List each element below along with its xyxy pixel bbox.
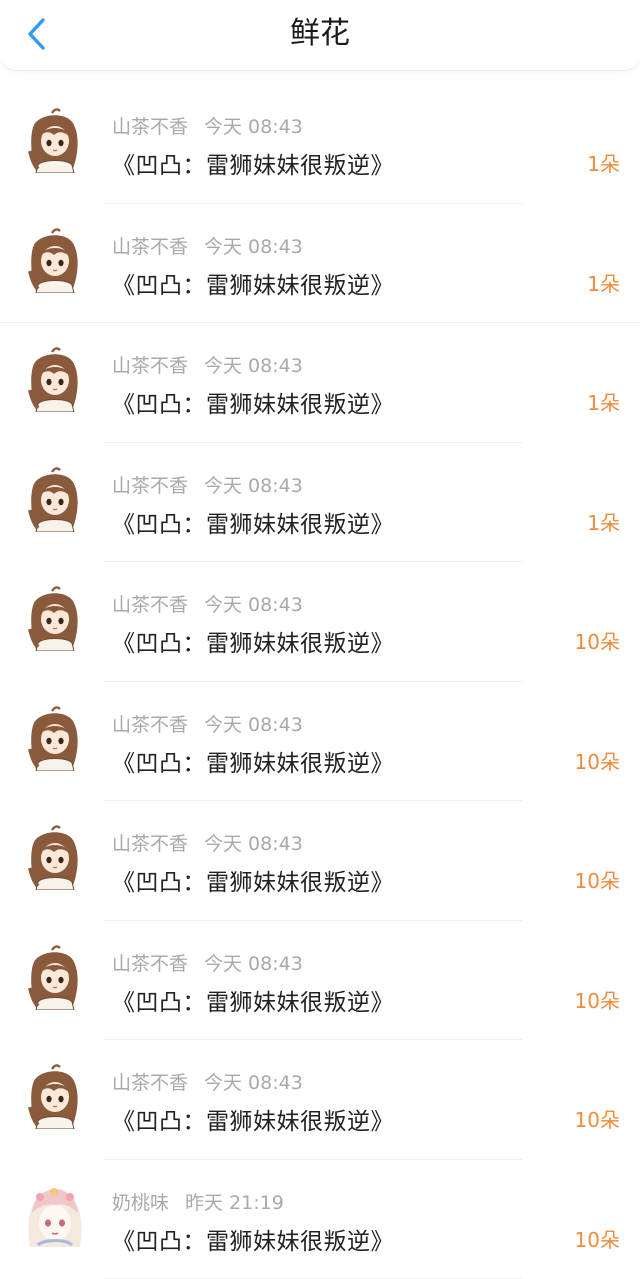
list-item[interactable]: 山茶不香今天 08:43 《凹凸：雷狮妹妹很叛逆》 10朵 xyxy=(0,562,640,682)
timestamp: 今天 08:43 xyxy=(204,355,303,377)
username[interactable]: 山茶不香 xyxy=(112,953,188,975)
list-item[interactable]: 山茶不香今天 08:43 《凹凸：雷狮妹妹很叛逆》 1朵 xyxy=(0,323,640,443)
timestamp: 昨天 21:19 xyxy=(185,1192,284,1214)
username[interactable]: 山茶不香 xyxy=(112,594,188,616)
list-item[interactable]: 山茶不香今天 08:43 《凹凸：雷狮妹妹很叛逆》 10朵 xyxy=(0,801,640,921)
record-meta: 山茶不香今天 08:43 xyxy=(112,590,303,617)
username[interactable]: 山茶不香 xyxy=(112,236,188,258)
timestamp: 今天 08:43 xyxy=(204,953,303,975)
username[interactable]: 奶桃味 xyxy=(112,1192,169,1214)
book-title[interactable]: 《凹凸：雷狮妹妹很叛逆》 xyxy=(112,624,394,658)
flower-count: 1朵 xyxy=(587,387,620,416)
list-item[interactable]: 山茶不香今天 08:43 《凹凸：雷狮妹妹很叛逆》 10朵 xyxy=(0,921,640,1041)
book-title[interactable]: 《凹凸：雷狮妹妹很叛逆》 xyxy=(112,983,394,1017)
username[interactable]: 山茶不香 xyxy=(112,355,188,377)
book-title[interactable]: 《凹凸：雷狮妹妹很叛逆》 xyxy=(112,1102,394,1136)
record-meta: 奶桃味昨天 21:19 xyxy=(112,1188,284,1215)
avatar[interactable] xyxy=(24,944,86,1010)
avatar[interactable] xyxy=(24,824,86,890)
timestamp: 今天 08:43 xyxy=(204,833,303,855)
username[interactable]: 山茶不香 xyxy=(112,475,188,497)
list-item[interactable]: 山茶不香今天 08:43 《凹凸：雷狮妹妹很叛逆》 1朵 xyxy=(0,84,640,204)
record-meta: 山茶不香今天 08:43 xyxy=(112,471,303,498)
flower-count: 1朵 xyxy=(587,148,620,177)
list-item[interactable]: 山茶不香今天 08:43 《凹凸：雷狮妹妹很叛逆》 10朵 xyxy=(0,682,640,802)
avatar[interactable] xyxy=(24,1063,86,1129)
record-meta: 山茶不香今天 08:43 xyxy=(112,232,303,259)
flower-record-list: 山茶不香今天 08:43《凹凸：雷狮妹妹很叛逆》1朵山茶不香今天 08:43《凹… xyxy=(0,84,640,1279)
nav-bar: 鲜花 xyxy=(0,0,640,70)
avatar[interactable] xyxy=(24,346,86,412)
flower-count: 10朵 xyxy=(575,1224,620,1253)
username[interactable]: 山茶不香 xyxy=(112,116,188,138)
list-item[interactable]: 山茶不香今天 08:43 《凹凸：雷狮妹妹很叛逆》 10朵 xyxy=(0,1040,640,1160)
flower-count: 10朵 xyxy=(575,1104,620,1133)
book-title[interactable]: 《凹凸：雷狮妹妹很叛逆》 xyxy=(112,744,394,778)
username[interactable]: 山茶不香 xyxy=(112,714,188,736)
timestamp: 今天 08:43 xyxy=(204,714,303,736)
page-title: 鲜花 xyxy=(0,14,640,54)
avatar[interactable] xyxy=(24,585,86,651)
timestamp: 今天 08:43 xyxy=(204,475,303,497)
flower-count: 10朵 xyxy=(575,985,620,1014)
username[interactable]: 山茶不香 xyxy=(112,833,188,855)
record-meta: 山茶不香今天 08:43 xyxy=(112,112,303,139)
list-item[interactable]: 山茶不香今天 08:43 《凹凸：雷狮妹妹很叛逆》 1朵 xyxy=(0,204,640,324)
book-title[interactable]: 《凹凸：雷狮妹妹很叛逆》 xyxy=(112,266,394,300)
book-title[interactable]: 《凹凸：雷狮妹妹很叛逆》 xyxy=(112,385,394,419)
record-meta: 山茶不香今天 08:43 xyxy=(112,1068,303,1095)
record-meta: 山茶不香今天 08:43 xyxy=(112,710,303,737)
avatar[interactable] xyxy=(24,466,86,532)
list-item[interactable]: 奶桃味昨天 21:19 《凹凸：雷狮妹妹很叛逆》 10朵 xyxy=(0,1160,640,1279)
flower-count: 10朵 xyxy=(575,626,620,655)
book-title[interactable]: 《凹凸：雷狮妹妹很叛逆》 xyxy=(112,1222,394,1256)
timestamp: 今天 08:43 xyxy=(204,236,303,258)
list-item[interactable]: 山茶不香今天 08:43 《凹凸：雷狮妹妹很叛逆》 1朵 xyxy=(0,443,640,563)
book-title[interactable]: 《凹凸：雷狮妹妹很叛逆》 xyxy=(112,863,394,897)
flower-count: 10朵 xyxy=(575,746,620,775)
timestamp: 今天 08:43 xyxy=(204,1072,303,1094)
record-meta: 山茶不香今天 08:43 xyxy=(112,949,303,976)
record-meta: 山茶不香今天 08:43 xyxy=(112,829,303,856)
avatar[interactable] xyxy=(24,107,86,173)
book-title[interactable]: 《凹凸：雷狮妹妹很叛逆》 xyxy=(112,505,394,539)
avatar[interactable] xyxy=(24,705,86,771)
avatar[interactable] xyxy=(24,1183,86,1249)
username[interactable]: 山茶不香 xyxy=(112,1072,188,1094)
book-title[interactable]: 《凹凸：雷狮妹妹很叛逆》 xyxy=(112,146,394,180)
avatar[interactable] xyxy=(24,227,86,293)
flower-count: 1朵 xyxy=(587,268,620,297)
timestamp: 今天 08:43 xyxy=(204,116,303,138)
flower-count: 1朵 xyxy=(587,507,620,536)
record-meta: 山茶不香今天 08:43 xyxy=(112,351,303,378)
timestamp: 今天 08:43 xyxy=(204,594,303,616)
flower-count: 10朵 xyxy=(575,865,620,894)
